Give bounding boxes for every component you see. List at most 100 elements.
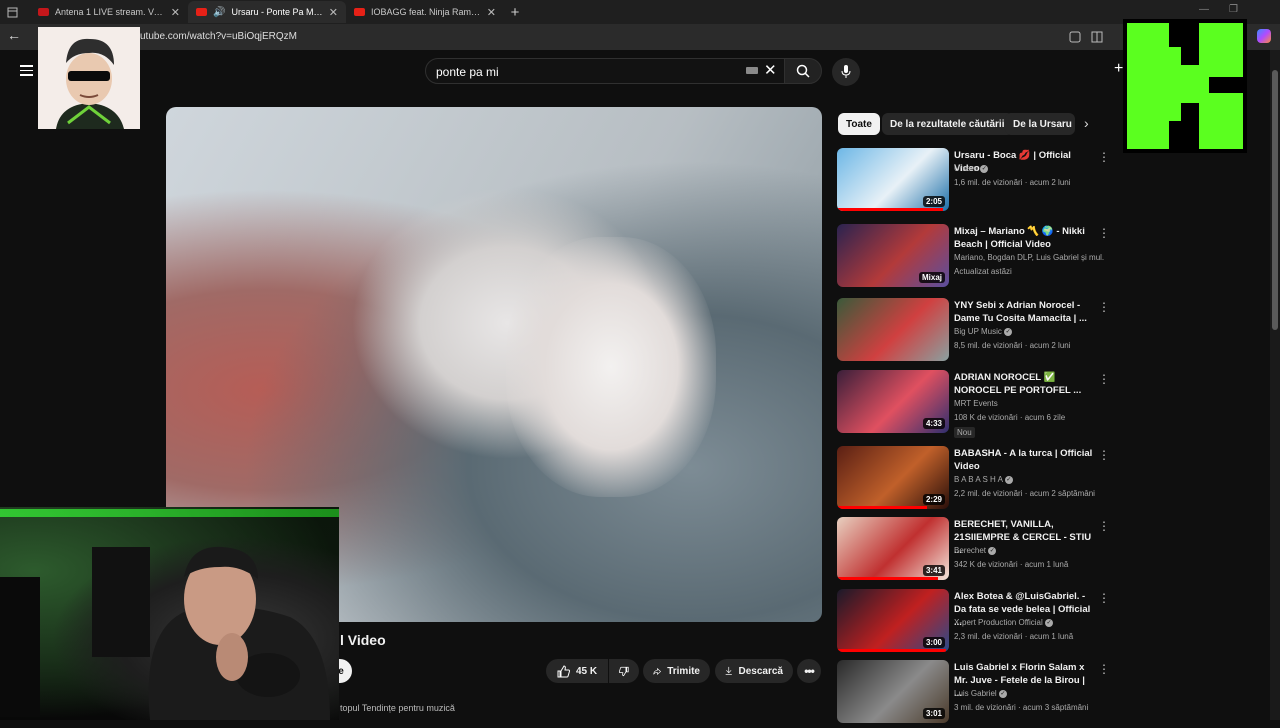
duration-badge: 3:41 (922, 565, 945, 576)
channel-name[interactable]: Ursaru ✓ (954, 164, 1104, 173)
dislike-button[interactable] (609, 659, 639, 683)
tab-title: Antena 1 LIVE stream. Vezi online (55, 7, 165, 17)
clear-search-icon[interactable]: ✕ (764, 61, 777, 79)
favicon-icon (38, 8, 49, 16)
search-button[interactable] (784, 58, 822, 84)
tab-title: Ursaru - Ponte Pa Mi | Official (231, 7, 322, 17)
browser-tab-iobagg[interactable]: IOBAGG feat. Ninja Ramo - KKTGI ✕ (346, 1, 504, 23)
chip-from-ursaru[interactable]: De la Ursaru (1005, 113, 1075, 135)
search-input[interactable] (434, 64, 738, 80)
split-view-icon[interactable] (1091, 31, 1103, 43)
more-options-icon[interactable]: ⋮ (1098, 448, 1110, 462)
recommendation-item[interactable]: 3:41 BERECHET, VANILLA, 21SIIEMPRE & CERC… (837, 517, 1110, 585)
search-box: ✕ (425, 58, 785, 84)
video-thumbnail[interactable]: Mixaj (837, 224, 949, 287)
download-button[interactable]: Descarcă (715, 659, 793, 683)
description-preview: topul Tendințe pentru muzică (340, 703, 455, 713)
video-thumbnail[interactable]: 2:29 (837, 446, 949, 509)
duration-badge: Mixaj (918, 272, 945, 283)
mic-icon (841, 65, 851, 78)
maximize-icon[interactable]: ❐ (1229, 4, 1238, 15)
chip-all[interactable]: Toate (838, 113, 880, 135)
duration-badge: 4:33 (922, 418, 945, 429)
verified-icon: ✓ (980, 164, 989, 173)
duration-badge: 3:01 (922, 708, 945, 719)
channel-name[interactable]: Mariano, Bogdan DLP, Luis Gabriel și mul… (954, 253, 1104, 262)
channel-name[interactable]: MRT Events (954, 399, 1104, 408)
view-meta: 2,3 mil. de vizionări · acum 1 lună (954, 632, 1074, 641)
close-tab-icon[interactable]: ✕ (329, 6, 338, 19)
watch-progress-bar (837, 208, 944, 211)
recommendation-item[interactable]: 4:33 ADRIAN NOROCEL ✅ NOROCEL PE PORTOFEL… (837, 370, 1110, 438)
recommendation-item[interactable]: YNY Sebi x Adrian Norocel - Dame Tu Cosi… (837, 298, 1110, 366)
browser-tab-ursaru[interactable]: 🔊 Ursaru - Ponte Pa Mi | Official ✕ (188, 1, 346, 23)
view-meta: 2,2 mil. de vizionări · acum 2 săptămâni (954, 489, 1095, 498)
recommendation-title[interactable]: ADRIAN NOROCEL ✅ NOROCEL PE PORTOFEL ... (954, 371, 1094, 397)
like-count: 45 K (575, 665, 598, 677)
share-button[interactable]: Trimite (643, 659, 710, 683)
more-options-icon[interactable]: ⋮ (1098, 662, 1110, 676)
channel-name[interactable]: B A B A S H A ✓ (954, 475, 1104, 484)
close-tab-icon[interactable]: ✕ (487, 6, 496, 19)
video-thumbnail[interactable]: 3:00 (837, 589, 949, 652)
speaker-icon[interactable]: 🔊 (213, 7, 225, 18)
channel-name[interactable]: Big UP Music ✓ (954, 327, 1104, 336)
tab-actions-icon[interactable] (0, 0, 24, 24)
minimize-icon[interactable]: — (1199, 4, 1209, 15)
channel-logo-overlay (1123, 19, 1247, 153)
close-tab-icon[interactable]: ✕ (171, 6, 180, 19)
recommendation-item[interactable]: 2:05 Ursaru - Boca 💋 | Official Video Ursa… (837, 148, 1110, 216)
recommendation-item[interactable]: Mixaj Mixaj – Mariano 〽️ 🌍 - Nikki Beach … (837, 224, 1110, 292)
view-meta: Actualizat astăzi (954, 267, 1012, 276)
streamer-webcam-overlay (0, 507, 339, 720)
recommendation-title[interactable]: BABASHA - A la turca | Official Video (954, 447, 1094, 473)
new-badge: Nou (954, 427, 975, 438)
watch-progress-bar (837, 649, 946, 652)
more-options-icon[interactable]: ⋮ (1098, 519, 1110, 533)
video-thumbnail[interactable] (837, 298, 949, 361)
recommendation-item[interactable]: 2:29 BABASHA - A la turca | Official Vide… (837, 446, 1110, 514)
cartoon-avatar-icon (38, 27, 140, 129)
recommendation-item[interactable]: 3:01 Luis Gabriel x Florin Salam x Mr. Ju… (837, 660, 1110, 728)
view-meta: 108 K de vizionări · acum 6 zile (954, 413, 1066, 422)
channel-name[interactable]: Luis Gabriel ✓ (954, 689, 1104, 698)
copilot-icon[interactable] (1257, 29, 1271, 43)
download-icon (725, 666, 732, 675)
recommendation-title[interactable]: Mixaj – Mariano 〽️ 🌍 - Nikki Beach | Off… (954, 225, 1094, 251)
recommendation-title[interactable]: YNY Sebi x Adrian Norocel - Dame Tu Cosi… (954, 299, 1094, 325)
more-actions-button[interactable]: ••• (797, 659, 821, 683)
verified-icon: ✓ (1004, 475, 1013, 484)
video-thumbnail[interactable]: 3:41 (837, 517, 949, 580)
view-meta: 3 mil. de vizionări · acum 3 săptămâni (954, 703, 1089, 712)
subscribe-label: e (338, 665, 344, 677)
voice-search-button[interactable] (832, 58, 860, 86)
keyboard-icon[interactable] (746, 67, 758, 74)
chip-next-icon[interactable]: › (1084, 115, 1089, 131)
scrollbar-thumb[interactable] (1272, 70, 1278, 330)
new-tab-icon[interactable]: + (504, 4, 526, 21)
recommendation-item[interactable]: 3:00 Alex Botea & @LuisGabriel. - Da fata… (837, 589, 1110, 657)
extension-icon[interactable] (1069, 31, 1081, 43)
k-logo-icon (1127, 23, 1243, 149)
url-field[interactable]: utube.com/watch?v=uBiOqjERQzM (140, 31, 297, 42)
youtube-masthead: ✕ + (0, 50, 1270, 92)
channel-name[interactable]: X-pert Production Official ✓ (954, 618, 1104, 627)
more-options-icon[interactable]: ⋮ (1098, 372, 1110, 386)
video-thumbnail[interactable]: 3:01 (837, 660, 949, 723)
chip-from-search[interactable]: De la rezultatele căutării (882, 113, 1013, 135)
more-options-icon[interactable]: ⋮ (1098, 591, 1110, 605)
menu-icon[interactable] (20, 65, 33, 76)
more-options-icon[interactable]: ⋮ (1098, 300, 1110, 314)
share-label: Trimite (667, 665, 700, 677)
channel-name[interactable]: Berechet ✓ (954, 546, 1104, 555)
tab-title: IOBAGG feat. Ninja Ramo - KKTGI (371, 7, 481, 17)
page-scrollbar[interactable] (1270, 50, 1280, 720)
more-options-icon[interactable]: ⋮ (1098, 226, 1110, 240)
video-thumbnail[interactable]: 4:33 (837, 370, 949, 433)
more-options-icon[interactable]: ⋮ (1098, 150, 1110, 164)
video-thumbnail[interactable]: 2:05 (837, 148, 949, 211)
browser-tab-antena1[interactable]: Antena 1 LIVE stream. Vezi online ✕ (30, 1, 188, 23)
create-icon[interactable]: + (1114, 60, 1123, 78)
like-button[interactable]: 45 K (546, 659, 608, 683)
back-icon[interactable]: ← (7, 27, 21, 43)
